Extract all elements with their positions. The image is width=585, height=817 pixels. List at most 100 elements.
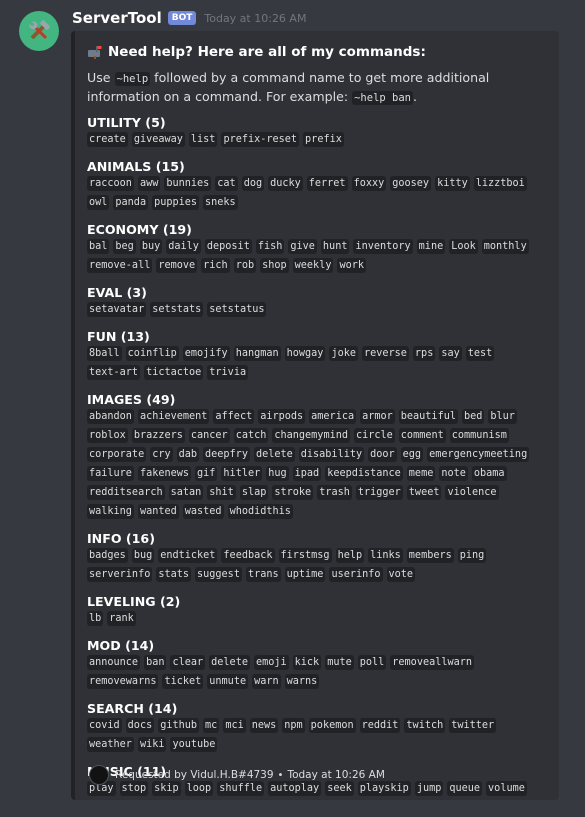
command-code: kitty bbox=[435, 176, 470, 191]
command-code: give bbox=[288, 239, 317, 254]
command-code: brazzers bbox=[131, 428, 185, 443]
command-code: obama bbox=[471, 466, 507, 481]
command-field: IMAGES (49) abandon achievement affect airpo… bbox=[87, 391, 549, 523]
command-code: sneks bbox=[203, 195, 238, 210]
command-field: FUN (13) 8ball coinflip emojify hangman howga… bbox=[87, 328, 549, 384]
command-code: failure bbox=[87, 466, 134, 481]
command-code: text-art bbox=[87, 365, 141, 380]
command-code: prefix bbox=[303, 132, 344, 147]
command-code: jump bbox=[414, 781, 444, 796]
field-name: INFO (16) bbox=[87, 531, 155, 546]
command-code: vote bbox=[386, 567, 416, 582]
command-code: hug bbox=[266, 466, 289, 481]
command-code: links bbox=[368, 548, 403, 563]
field-commands: raccoon aww bunnies cat dog ducky ferret foxxy g… bbox=[87, 176, 549, 214]
command-code: trash bbox=[317, 485, 352, 500]
command-code: poll bbox=[357, 655, 387, 670]
command-code: queue bbox=[447, 781, 483, 796]
command-code: redditsearch bbox=[87, 485, 165, 500]
command-code: bug bbox=[131, 548, 155, 563]
command-code: uptime bbox=[284, 567, 326, 582]
command-code: setstats bbox=[150, 302, 204, 317]
command-code: catch bbox=[233, 428, 269, 443]
command-code: ducky bbox=[268, 176, 303, 191]
command-code: lb bbox=[87, 611, 104, 626]
command-code: wanted bbox=[137, 504, 179, 519]
command-code: rich bbox=[201, 258, 230, 273]
command-code: puppies bbox=[152, 195, 200, 210]
command-code: giveaway bbox=[131, 132, 185, 147]
command-code: setstatus bbox=[207, 302, 267, 317]
command-code: covid bbox=[87, 718, 122, 733]
field-commands: setavatar setstats setstatus bbox=[87, 302, 549, 321]
command-code: hangman bbox=[233, 346, 281, 361]
command-field: LEVELING (2) lb rank bbox=[87, 593, 549, 630]
command-code: joke bbox=[329, 346, 358, 361]
field-name: MOD (14) bbox=[87, 638, 155, 653]
command-code: volume bbox=[486, 781, 527, 796]
command-code: trigger bbox=[355, 485, 403, 500]
command-fields: UTILITY (5) create giveaway list prefix-rese… bbox=[87, 114, 549, 800]
command-code: endticket bbox=[158, 548, 218, 563]
command-code: emojify bbox=[182, 346, 230, 361]
bot-badge: BOT bbox=[167, 11, 197, 25]
command-code: slap bbox=[239, 485, 269, 500]
command-code: disability bbox=[298, 447, 365, 462]
command-code: daily bbox=[166, 239, 201, 254]
command-code: ipad bbox=[292, 466, 322, 481]
field-commands: bal beg buy daily deposit fish give hunt invento… bbox=[87, 239, 549, 277]
command-code: affect bbox=[213, 409, 255, 424]
command-code: userinfo bbox=[329, 567, 383, 582]
command-code: reverse bbox=[361, 346, 409, 361]
command-code: delete bbox=[209, 655, 250, 670]
command-code: 8ball bbox=[87, 346, 122, 361]
command-code: cat bbox=[215, 176, 238, 191]
inline-command: ~help bbox=[114, 72, 151, 86]
command-code: airpods bbox=[258, 409, 306, 424]
bot-username[interactable]: ServerTool bbox=[72, 9, 162, 27]
command-code: note bbox=[439, 466, 468, 481]
command-code: warns bbox=[284, 674, 320, 689]
command-code: rob bbox=[233, 258, 257, 273]
footer-timestamp: Today at 10:26 AM bbox=[287, 769, 385, 781]
field-name: ANIMALS (15) bbox=[87, 159, 185, 174]
command-code: inventory bbox=[353, 239, 413, 254]
footer-requested-by: Requested by Vidul.H.B#4739 bbox=[115, 769, 274, 781]
command-code: emergencymeeting bbox=[427, 447, 530, 462]
description-prefix: Use bbox=[87, 70, 115, 85]
message-timestamp: Today at 10:26 AM bbox=[204, 11, 307, 25]
command-code: hitler bbox=[221, 466, 263, 481]
command-code: npm bbox=[282, 718, 305, 733]
command-code: remove bbox=[156, 258, 198, 273]
command-code: feedback bbox=[221, 548, 275, 563]
command-code: say bbox=[439, 346, 462, 361]
command-code: armor bbox=[360, 409, 395, 424]
bot-avatar[interactable] bbox=[19, 11, 59, 51]
field-name: LEVELING (2) bbox=[87, 594, 181, 609]
command-code: mc bbox=[203, 718, 220, 733]
field-commands: lb rank bbox=[87, 611, 549, 630]
requester-avatar-icon[interactable] bbox=[89, 765, 109, 785]
command-code: corporate bbox=[87, 447, 147, 462]
command-code: rps bbox=[412, 346, 436, 361]
field-commands: covid docs github mc mci news npm pokemon reddit… bbox=[87, 718, 549, 756]
command-code: circle bbox=[353, 428, 395, 443]
command-code: test bbox=[465, 346, 495, 361]
command-code: delete bbox=[253, 447, 295, 462]
command-code: hunt bbox=[320, 239, 350, 254]
command-field: UTILITY (5) create giveaway list prefix-rese… bbox=[87, 114, 549, 151]
command-code: bunnies bbox=[164, 176, 212, 191]
command-field: ANIMALS (15) raccoon aww bunnies cat dog ducky… bbox=[87, 158, 549, 214]
command-code: tictactoe bbox=[144, 365, 204, 380]
field-name: FUN (13) bbox=[87, 329, 150, 344]
command-code: fish bbox=[255, 239, 285, 254]
command-code: pokemon bbox=[308, 718, 356, 733]
field-name: UTILITY (5) bbox=[87, 115, 166, 130]
command-code: news bbox=[249, 718, 279, 733]
command-code: list bbox=[188, 132, 218, 147]
command-code: cry bbox=[150, 447, 173, 462]
command-code: meme bbox=[406, 466, 436, 481]
command-code: walking bbox=[87, 504, 134, 519]
command-code: shop bbox=[260, 258, 289, 273]
command-code: remove-all bbox=[87, 258, 153, 273]
